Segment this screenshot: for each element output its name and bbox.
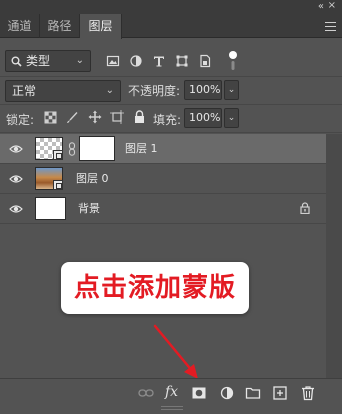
image-filter-icon[interactable] [106, 54, 120, 68]
divider [0, 104, 342, 105]
panel-menu-icon[interactable] [325, 22, 336, 31]
adjustment-layer-icon[interactable] [219, 385, 235, 401]
filter-kind-dropdown[interactable]: 类型 ⌄ [5, 50, 91, 72]
divider [0, 76, 342, 77]
type-filter-icon[interactable] [152, 54, 166, 68]
search-icon [11, 56, 22, 67]
lock-all-icon[interactable] [134, 110, 145, 124]
smartobject-filter-icon[interactable] [198, 54, 212, 68]
new-group-icon[interactable] [245, 385, 261, 401]
layer-mask-thumbnail[interactable] [79, 136, 115, 161]
lock-position-icon[interactable] [88, 110, 102, 124]
delete-layer-icon[interactable] [300, 385, 316, 401]
lock-artboard-icon[interactable] [110, 110, 124, 124]
layer-row[interactable]: 图层 1 [0, 134, 326, 164]
tab-paths[interactable]: 路径 [40, 14, 80, 38]
new-layer-icon[interactable] [272, 385, 288, 401]
fill-input[interactable]: 100% [184, 108, 222, 128]
visibility-eye-icon[interactable] [9, 173, 23, 185]
tab-channels[interactable]: 通道 [0, 14, 40, 38]
layer-thumbnail[interactable] [35, 137, 63, 160]
close-panel-button[interactable]: × [328, 0, 336, 11]
lock-label: 锁定: [6, 113, 35, 127]
add-mask-icon[interactable] [191, 385, 207, 401]
opacity-dropdown-button[interactable]: ⌄ [224, 80, 239, 100]
layer-name[interactable]: 图层 0 [76, 164, 109, 194]
tab-layers[interactable]: 图层 [80, 14, 122, 39]
resize-grip[interactable] [161, 406, 183, 410]
chevron-down-icon: ⌄ [105, 85, 114, 96]
layers-footer: fx [0, 378, 342, 408]
layer-thumbnail[interactable] [35, 167, 63, 190]
layers-panel: « × 通道 路径 图层 类型 ⌄ 正常 ⌄ 不透明度: 100% ⌄ 锁定: … [0, 0, 342, 414]
layer-row[interactable]: 图层 0 [0, 164, 326, 194]
lock-image-pixels-icon[interactable] [65, 111, 78, 124]
layer-name[interactable]: 背景 [78, 194, 100, 224]
filter-toggle-icon[interactable] [228, 50, 238, 72]
smart-object-badge-icon [53, 180, 63, 190]
link-layers-icon[interactable] [138, 385, 154, 401]
layer-name[interactable]: 图层 1 [125, 134, 158, 164]
blend-mode-dropdown[interactable]: 正常 ⌄ [5, 80, 121, 102]
layer-lock-icon[interactable] [300, 202, 310, 214]
opacity-input[interactable]: 100% [184, 80, 222, 100]
layers-scrollbar[interactable] [326, 134, 342, 380]
fill-dropdown-button[interactable]: ⌄ [224, 108, 239, 128]
chevron-down-icon: ⌄ [75, 55, 84, 66]
annotation-callout: 点击添加蒙版 [61, 262, 249, 314]
collapse-panel-button[interactable]: « [318, 1, 324, 12]
visibility-eye-icon[interactable] [9, 203, 23, 215]
layer-filter-row: 类型 ⌄ [0, 44, 342, 76]
blend-mode-value: 正常 [12, 84, 37, 98]
layer-thumbnail[interactable] [35, 197, 66, 220]
shape-filter-icon[interactable] [175, 54, 189, 68]
filter-kind-label: 类型 [26, 54, 51, 68]
panel-tabs: 通道 路径 图层 [0, 14, 342, 39]
lock-transparent-pixels-icon[interactable] [44, 111, 57, 124]
smart-object-badge-icon [53, 150, 63, 160]
divider [0, 132, 342, 133]
visibility-eye-icon[interactable] [9, 143, 23, 155]
layers-list: 图层 1 图层 0 背景 [0, 134, 326, 380]
layer-row[interactable]: 背景 [0, 194, 326, 224]
fill-label: 填充: [153, 113, 182, 127]
adjustment-filter-icon[interactable] [129, 54, 143, 68]
opacity-label: 不透明度: [128, 84, 181, 98]
mask-link-icon[interactable] [68, 142, 76, 156]
panel-title-strip: « × [0, 0, 342, 14]
fx-icon[interactable]: fx [165, 384, 178, 400]
